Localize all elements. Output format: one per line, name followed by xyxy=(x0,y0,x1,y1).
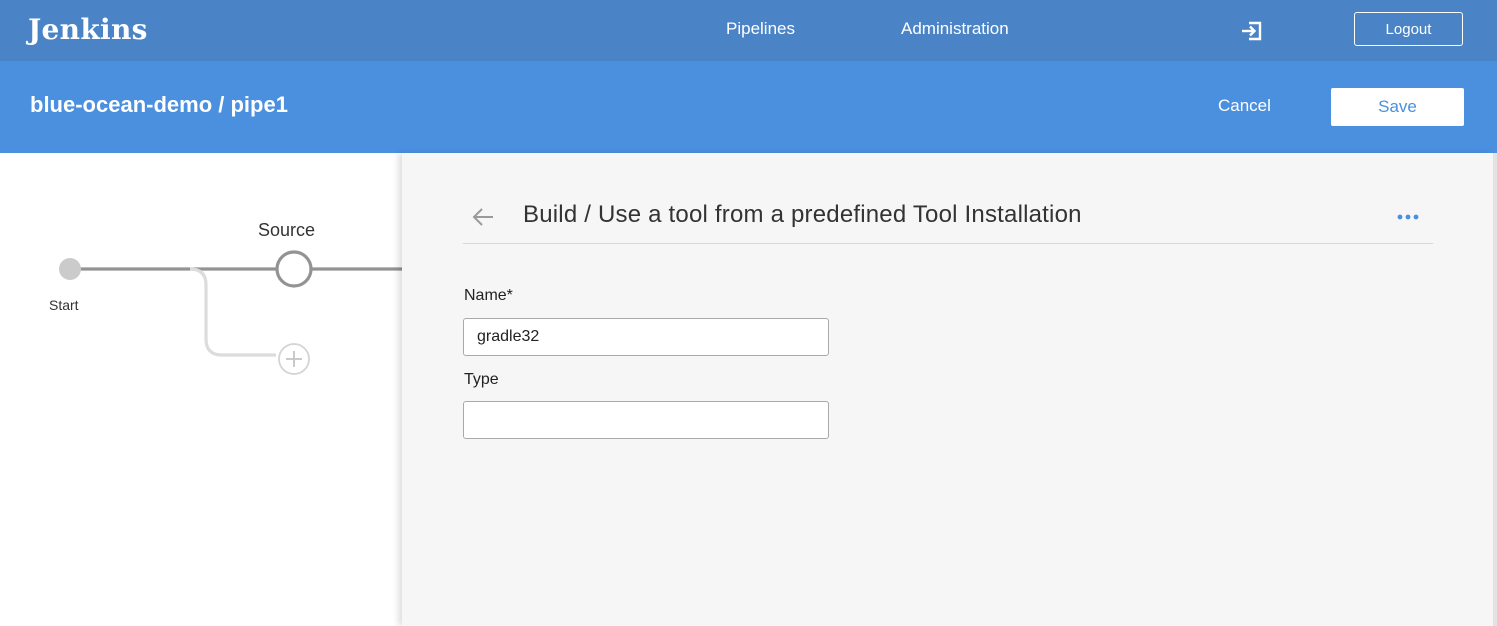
exit-icon[interactable] xyxy=(1240,19,1264,43)
stage-label-source[interactable]: Source xyxy=(258,220,315,241)
name-field-label: Name* xyxy=(464,287,513,304)
pipeline-graph: Source Start xyxy=(0,153,402,626)
step-title: Build / Use a tool from a predefined Too… xyxy=(523,201,1082,228)
arrow-left-icon[interactable] xyxy=(472,206,494,228)
top-nav-bar: Jenkins Pipelines Administration Logout xyxy=(0,0,1497,61)
cancel-button[interactable]: Cancel xyxy=(1218,96,1271,116)
title-divider xyxy=(463,243,1433,244)
type-input[interactable] xyxy=(463,401,829,439)
source-stage-node[interactable] xyxy=(275,250,313,288)
pipeline-connector-lines xyxy=(70,267,402,357)
breadcrumb: blue-ocean-demo / pipe1 xyxy=(30,92,288,117)
nav-pipelines[interactable]: Pipelines xyxy=(726,19,795,39)
start-node xyxy=(59,258,81,280)
save-button[interactable]: Save xyxy=(1331,88,1464,126)
logout-button[interactable]: Logout xyxy=(1354,12,1463,46)
start-label: Start xyxy=(49,297,79,313)
name-input[interactable] xyxy=(463,318,829,356)
panel-edge xyxy=(1493,153,1497,626)
type-field-label: Type xyxy=(464,371,499,388)
editor-header: blue-ocean-demo / pipe1 Cancel Save xyxy=(0,61,1497,153)
jenkins-logo[interactable]: Jenkins xyxy=(28,13,148,46)
plus-circle-icon[interactable] xyxy=(278,343,310,375)
nav-administration[interactable]: Administration xyxy=(901,19,1009,39)
more-dots-icon[interactable] xyxy=(1395,209,1425,225)
